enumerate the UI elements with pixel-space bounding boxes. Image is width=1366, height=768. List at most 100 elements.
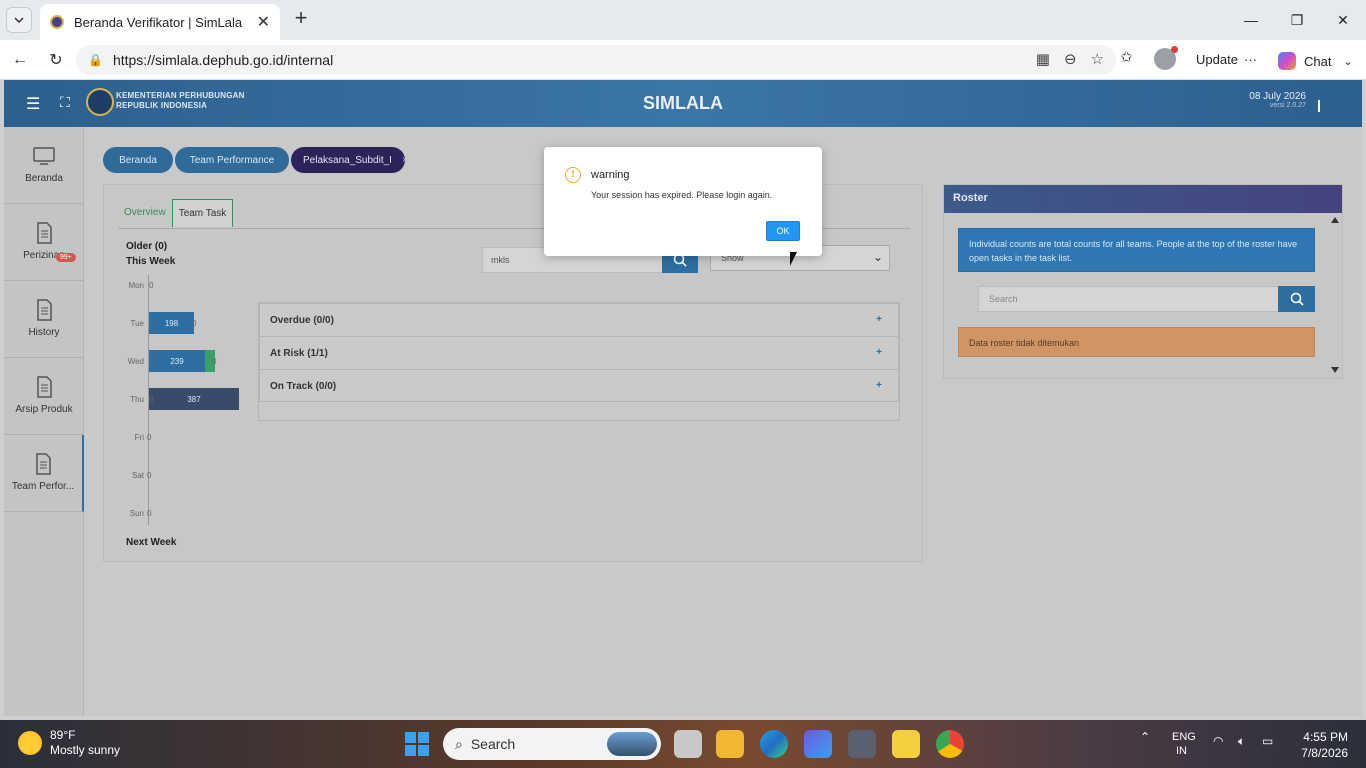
new-tab-button[interactable]: +	[290, 7, 312, 30]
app-title: SIMLALA	[643, 93, 723, 113]
accordion-label: On Track (0/0)	[270, 381, 337, 392]
day-value-fri: 0	[147, 433, 152, 442]
chevron-down-icon: ⌄	[872, 250, 883, 264]
tab-actions-button[interactable]	[6, 7, 32, 33]
expand-icon[interactable]: +	[876, 314, 882, 325]
header-divider	[1318, 100, 1320, 112]
zoom-icon[interactable]: ⊖	[1064, 50, 1077, 68]
more-icon: ···	[1243, 52, 1257, 67]
sidebar: Beranda Perizinan 99+ History Arsip Prod…	[4, 127, 84, 716]
taskbar-search-label: Search	[470, 736, 516, 752]
bar-tue[interactable]: 198	[149, 312, 194, 334]
sidebar-label: Arsip Produk	[15, 404, 73, 415]
document-icon	[36, 453, 51, 475]
chrome-icon[interactable]	[936, 730, 964, 758]
temperature: 89°F	[50, 728, 76, 742]
day-label-sat: Sat	[131, 471, 144, 480]
day-value-sun: 0	[147, 509, 152, 518]
day-value-sat: 0	[147, 471, 152, 480]
day-value-mon: 0	[149, 281, 154, 290]
system-clock[interactable]: 4:55 PM 7/8/2026	[1301, 729, 1348, 761]
app-available-icon[interactable]: ▦	[1036, 50, 1050, 68]
dialog-message: Your session has expired. Please login a…	[591, 190, 773, 200]
sidebar-item-beranda[interactable]: Beranda	[4, 127, 84, 204]
current-date: 08 July 2026	[1249, 91, 1306, 102]
volume-icon[interactable]: 🔈︎	[1238, 734, 1245, 749]
dialog-title: warning	[591, 169, 630, 181]
weather-condition: Mostly sunny	[50, 743, 121, 757]
url-text: https://simlala.dephub.go.id/internal	[112, 52, 334, 68]
day-label-mon: Mon	[128, 281, 144, 290]
ok-button[interactable]: OK	[766, 221, 800, 241]
expand-icon[interactable]: +	[876, 380, 882, 391]
address-bar[interactable]: 🔒 https://simlala.dephub.go.id/internal …	[76, 45, 1116, 75]
tab-overview[interactable]: Overview	[118, 199, 172, 227]
chevron-up-icon[interactable]: ⌃	[1140, 730, 1150, 744]
older-label: Older (0)	[126, 241, 168, 252]
breadcrumb-label: Pelaksana_Subdit_I	[303, 154, 392, 166]
sidebar-item-history[interactable]: History	[4, 281, 84, 358]
close-icon[interactable]: ×	[402, 155, 408, 166]
sidebar-item-perizinan[interactable]: Perizinan 99+	[4, 204, 84, 281]
clock-time: 4:55 PM	[1303, 730, 1348, 744]
sidebar-label: Team Perfor...	[11, 481, 75, 492]
favorite-star-icon[interactable]: ☆	[1091, 50, 1104, 68]
favorites-icon[interactable]: ✩	[1120, 48, 1133, 66]
keyboard-region: IN	[1176, 745, 1187, 757]
sidebar-item-team-performance[interactable]: Team Perfor...	[4, 435, 84, 512]
browser-tab[interactable]: Beranda Verifikator | SimLala ✕	[40, 4, 280, 40]
mouse-cursor-icon	[790, 252, 797, 266]
battery-icon[interactable]: ▭	[1262, 734, 1273, 748]
accordion-on-track[interactable]: On Track (0/0) +	[259, 369, 899, 402]
warning-icon: !	[565, 167, 581, 183]
search-icon: ⌕	[455, 735, 463, 752]
scroll-down-icon[interactable]	[1331, 367, 1339, 373]
roster-search-button[interactable]	[1278, 286, 1315, 312]
breadcrumb-team-performance[interactable]: Team Performance	[175, 147, 289, 173]
sidebar-item-arsip-produk[interactable]: Arsip Produk	[4, 358, 84, 435]
roster-search-input[interactable]: Search	[978, 286, 1279, 312]
header-date: 08 July 2026 versi 2.0.27	[1249, 91, 1306, 109]
profile-avatar[interactable]	[1154, 46, 1178, 70]
windows-taskbar: 89°F Mostly sunny ⌕ Search ⌃ ENG IN ◠ 🔈︎…	[0, 720, 1366, 768]
breadcrumb-pelaksana[interactable]: Pelaksana_Subdit_I ×	[291, 147, 408, 173]
maximize-button[interactable]: ❐	[1274, 0, 1320, 40]
day-label-tue: Tue	[130, 319, 145, 328]
clock-date: 7/8/2026	[1301, 746, 1348, 760]
breadcrumb: Beranda Team Performance Pelaksana_Subdi…	[103, 147, 408, 173]
bar-thu[interactable]: 387	[149, 388, 239, 410]
task-view-icon[interactable]	[674, 730, 702, 758]
session-expired-dialog: ! warning Your session has expired. Plea…	[544, 147, 822, 256]
expand-icon[interactable]: +	[876, 347, 882, 358]
breadcrumb-beranda[interactable]: Beranda	[103, 147, 173, 173]
site-favicon-icon	[50, 15, 64, 29]
accordion-overdue[interactable]: Overdue (0/0) +	[259, 303, 899, 336]
copilot-chat-button[interactable]: Chat ⌄	[1270, 48, 1361, 74]
refresh-icon[interactable]: ↻	[46, 50, 66, 70]
close-window-button[interactable]: ✕	[1320, 0, 1366, 40]
accordion-at-risk[interactable]: At Risk (1/1) +	[259, 336, 899, 369]
lock-icon: 🔒	[88, 53, 103, 67]
file-explorer-icon[interactable]	[716, 730, 744, 758]
tab-team-task[interactable]: Team Task	[171, 199, 234, 227]
sticky-notes-icon[interactable]	[892, 730, 920, 758]
taskbar-search[interactable]: ⌕ Search	[443, 728, 661, 760]
app-icon[interactable]	[804, 730, 832, 758]
update-button[interactable]: Update ···	[1188, 48, 1265, 71]
weather-widget[interactable]: 89°F Mostly sunny	[18, 728, 120, 758]
windows-start-icon[interactable]	[405, 732, 429, 756]
language-indicator[interactable]: ENG IN	[1172, 730, 1196, 758]
tab-close-icon[interactable]: ✕	[257, 12, 270, 32]
bar-extra-tue: 0	[192, 319, 197, 328]
minimize-button[interactable]: —	[1228, 0, 1274, 40]
camera-icon[interactable]	[848, 730, 876, 758]
edge-browser-icon[interactable]	[760, 730, 788, 758]
wifi-icon[interactable]: ◠	[1213, 734, 1223, 748]
notification-badge: 99+	[56, 253, 76, 262]
sun-icon	[18, 731, 42, 755]
back-arrow-icon[interactable]: ←	[10, 50, 30, 70]
scroll-up-icon[interactable]	[1331, 217, 1339, 223]
search-icon	[1290, 292, 1304, 306]
bar-wed[interactable]: 239	[149, 350, 205, 372]
app-header: ☰ ⛶ KEMENTERIAN PERHUBUNGAN REPUBLIK IND…	[4, 80, 1362, 127]
